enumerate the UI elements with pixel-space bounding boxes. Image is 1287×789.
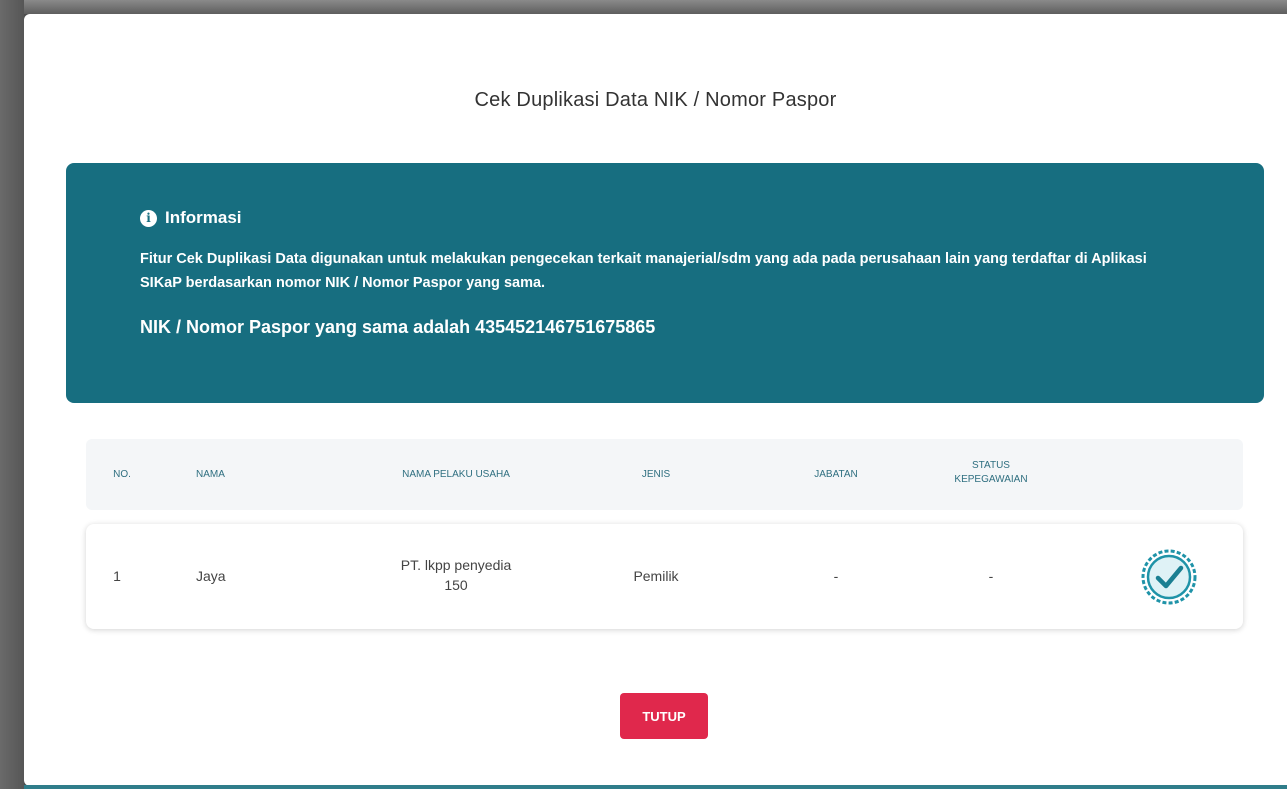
column-header-status: STATUS KEPEGAWAIAN [936,459,1046,487]
column-header-status-line2: KEPEGAWAIAN [954,474,1028,485]
info-description: Fitur Cek Duplikasi Data digunakan untuk… [140,251,1147,291]
cell-jenis: Pemilik [633,568,679,584]
column-header-no: NO. [113,469,131,480]
cell-pelaku-usaha-line2: 150 [444,577,468,593]
verified-check-icon[interactable] [1141,549,1197,605]
cell-no: 1 [113,568,121,584]
info-heading-label: Informasi [165,208,242,227]
close-button[interactable]: TUTUP [620,693,708,739]
cell-status: - [988,568,994,584]
modal-title: Cek Duplikasi Data NIK / Nomor Paspor [474,89,837,111]
cell-jabatan: - [833,568,839,584]
backdrop-top [0,0,1287,14]
duplicate-check-modal: Cek Duplikasi Data NIK / Nomor Paspor i … [24,14,1287,786]
column-header-status-line1: STATUS [972,460,1010,471]
info-circle-icon: i [140,209,157,227]
cell-nama: Jaya [196,568,226,584]
duplicate-nik-text: NIK / Nomor Paspor yang sama adalah 4354… [140,317,656,337]
modal-bottom-edge [24,785,1287,789]
info-panel: i Informasi Fitur Cek Duplikasi Data dig… [66,163,1264,403]
cell-pelaku-usaha: PT. lkpp penyedia 150 [376,555,536,595]
column-header-jabatan: JABATAN [814,469,858,480]
column-header-pelaku-usaha: NAMA PELAKU USAHA [402,469,510,480]
info-heading: i Informasi [140,208,242,228]
column-header-jenis: JENIS [641,469,671,480]
column-header-nama: NAMA [196,469,225,480]
cell-pelaku-usaha-line1: PT. lkpp penyedia [400,557,512,573]
backdrop-left [0,0,24,789]
table-header: NO. NAMA NAMA PELAKU USAHA JENIS JABATAN… [86,439,1243,510]
table-row: 1 Jaya PT. lkpp penyedia 150 Pemilik - - [86,524,1243,629]
